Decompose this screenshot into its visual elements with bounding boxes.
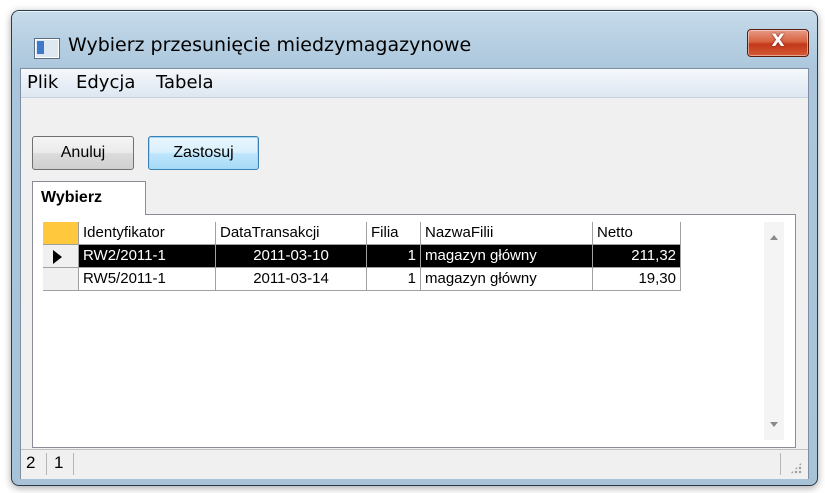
column-header-netto[interactable]: Netto bbox=[593, 222, 681, 245]
menu-plik[interactable]: Plik bbox=[27, 72, 58, 93]
status-bar: 2 1 bbox=[21, 449, 808, 479]
close-button[interactable]: X bbox=[747, 29, 809, 57]
window-icon bbox=[34, 38, 60, 59]
scroll-up-arrow-icon[interactable] bbox=[770, 235, 778, 240]
table-cell[interactable]: 19,30 bbox=[593, 268, 681, 291]
status-divider bbox=[73, 453, 74, 475]
tab-panel: Identyfikator DataTransakcji Filia Nazwa… bbox=[32, 214, 796, 448]
current-row-arrow-icon bbox=[53, 250, 62, 264]
resize-grip-icon[interactable] bbox=[790, 462, 802, 474]
table-cell[interactable]: 211,32 bbox=[593, 245, 681, 268]
column-header-identyfikator[interactable]: Identyfikator bbox=[79, 222, 216, 245]
menu-edycja[interactable]: Edycja bbox=[76, 72, 135, 93]
table-cell[interactable]: 1 bbox=[367, 268, 421, 291]
scroll-down-arrow-icon[interactable] bbox=[770, 422, 778, 427]
column-header-filia[interactable]: Filia bbox=[367, 222, 421, 245]
status-divider bbox=[780, 453, 781, 475]
column-header-nazwafilii[interactable]: NazwaFilii bbox=[421, 222, 593, 245]
table-cell[interactable]: RW5/2011-1 bbox=[79, 268, 216, 291]
dialog-window: Wybierz przesunięcie miedzymagazynowe X … bbox=[11, 10, 818, 486]
table-cell[interactable]: 2011-03-10 bbox=[216, 245, 367, 268]
row-header-current[interactable] bbox=[43, 245, 79, 268]
status-current-row: 1 bbox=[54, 453, 64, 472]
title-bar[interactable]: Wybierz przesunięcie miedzymagazynowe X bbox=[12, 11, 817, 67]
table-cell[interactable]: 1 bbox=[367, 245, 421, 268]
close-icon: X bbox=[771, 31, 785, 51]
table-cell[interactable]: RW2/2011-1 bbox=[79, 245, 216, 268]
table-cell[interactable]: magazyn główny bbox=[421, 245, 593, 268]
apply-button[interactable]: Zastosuj bbox=[148, 136, 259, 170]
tab-wybierz[interactable]: Wybierz bbox=[32, 181, 146, 215]
column-header-datatransakcji[interactable]: DataTransakcji bbox=[216, 222, 367, 245]
menu-tabela[interactable]: Tabela bbox=[156, 72, 214, 93]
table-cell[interactable]: magazyn główny bbox=[421, 268, 593, 291]
vertical-scrollbar[interactable] bbox=[764, 222, 784, 440]
grid-corner[interactable] bbox=[43, 222, 79, 245]
row-header[interactable] bbox=[43, 268, 79, 291]
cancel-button[interactable]: Anuluj bbox=[32, 136, 134, 170]
table-cell[interactable]: 2011-03-14 bbox=[216, 268, 367, 291]
client-area: Plik Edycja Tabela Anuluj Zastosuj Wybie… bbox=[20, 68, 809, 479]
status-divider bbox=[46, 453, 47, 475]
menu-bar: Plik Edycja Tabela bbox=[21, 69, 808, 98]
data-grid[interactable]: Identyfikator DataTransakcji Filia Nazwa… bbox=[43, 222, 784, 440]
window-title: Wybierz przesunięcie miedzymagazynowe bbox=[68, 34, 472, 56]
tab-label: Wybierz bbox=[41, 189, 103, 206]
status-row-count: 2 bbox=[26, 453, 36, 472]
